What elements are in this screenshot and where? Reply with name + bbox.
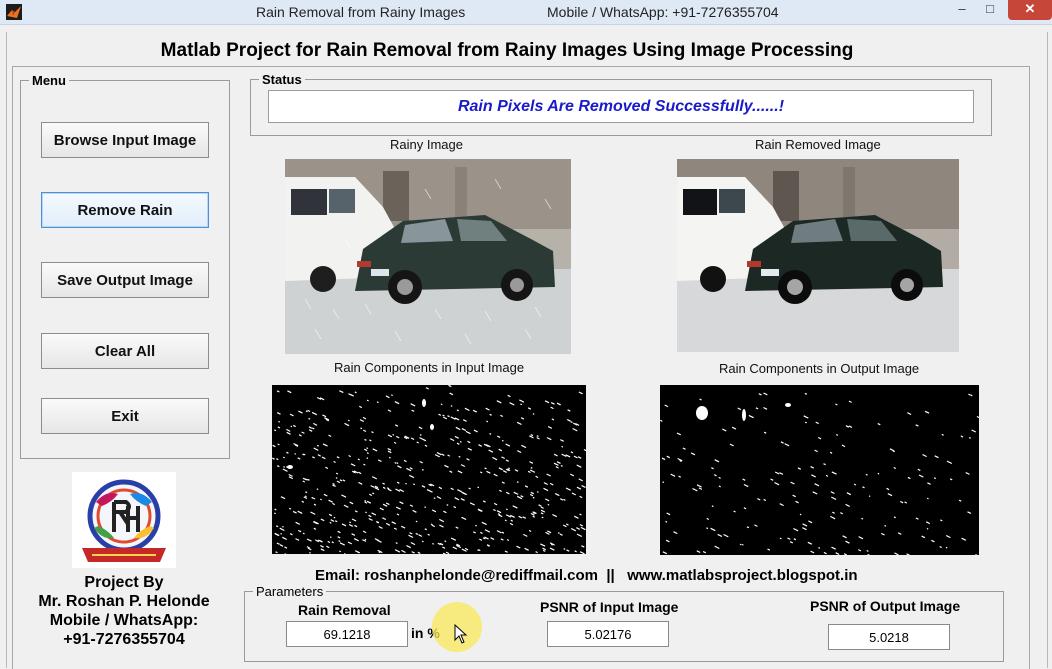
rain-output-caption: Rain Components in Output Image	[719, 361, 919, 376]
rain-input-caption: Rain Components in Input Image	[334, 360, 524, 375]
clear-all-button[interactable]: Clear All	[41, 333, 209, 369]
maximize-button[interactable]: □	[978, 0, 1002, 20]
status-message: Rain Pixels Are Removed Successfully....…	[268, 90, 974, 123]
close-button[interactable]: ✕	[1008, 0, 1052, 20]
psnr-input-label: PSNR of Input Image	[540, 599, 678, 615]
rain-removed-image	[677, 159, 959, 352]
rainy-image-caption: Rainy Image	[390, 137, 463, 152]
rain-input-mask	[272, 385, 586, 554]
rain-removal-field[interactable]	[286, 621, 408, 647]
window-title: Rain Removal from Rainy Images	[256, 4, 465, 20]
contact-line: Email: roshanphelonde@rediffmail.com || …	[315, 567, 858, 584]
psnr-input-field[interactable]	[547, 621, 669, 647]
browse-input-image-button[interactable]: Browse Input Image	[41, 122, 209, 158]
psnr-output-field[interactable]	[828, 624, 950, 650]
credits-line-4: +91-7276355704	[22, 631, 226, 649]
psnr-output-label: PSNR of Output Image	[810, 598, 960, 614]
credits-line-3: Mobile / WhatsApp:	[22, 612, 226, 630]
rain-removal-label: Rain Removal	[298, 602, 391, 618]
window-title-contact: Mobile / WhatsApp: +91-7276355704	[547, 4, 779, 20]
credits-line-2: Mr. Roshan P. Helonde	[22, 593, 226, 611]
rainy-image	[285, 159, 571, 354]
mouse-cursor-icon	[454, 624, 468, 644]
window-titlebar: Rain Removal from Rainy Images Mobile / …	[0, 0, 1052, 25]
page-title: Matlab Project for Rain Removal from Rai…	[0, 40, 1014, 62]
remove-rain-button[interactable]: Remove Rain	[41, 192, 209, 228]
credits-line-1: Project By	[22, 574, 226, 592]
exit-button[interactable]: Exit	[41, 398, 209, 434]
minimize-button[interactable]: –	[950, 0, 974, 20]
status-legend: Status	[259, 72, 305, 87]
rain-output-mask	[660, 385, 979, 555]
author-logo	[72, 472, 176, 568]
save-output-image-button[interactable]: Save Output Image	[41, 262, 209, 298]
rain-removed-image-caption: Rain Removed Image	[755, 137, 881, 152]
menu-legend: Menu	[29, 73, 69, 88]
matlab-icon	[6, 4, 22, 20]
parameters-legend: Parameters	[253, 584, 326, 599]
